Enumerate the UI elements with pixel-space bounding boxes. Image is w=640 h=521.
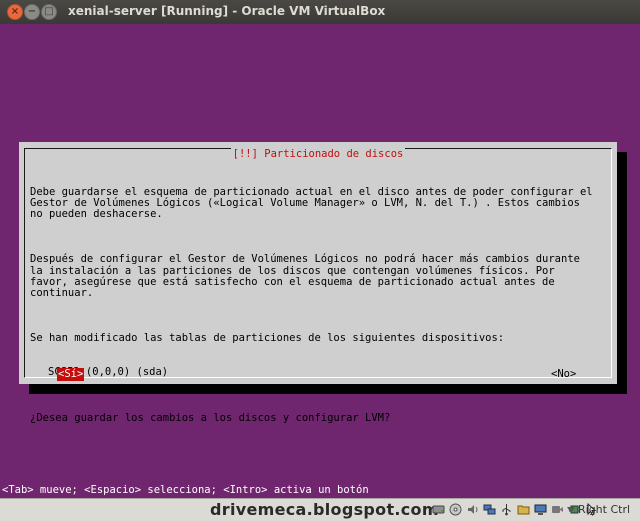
maximize-icon[interactable]: □ bbox=[41, 4, 57, 20]
shared-folder-icon[interactable] bbox=[517, 503, 530, 516]
dialog-title: [!!] Particionado de discos bbox=[230, 148, 406, 160]
dialog-title-row: [!!] Particionado de discos bbox=[25, 148, 611, 160]
dialog-paragraph-3: Se han modificado las tablas de particio… bbox=[30, 332, 505, 345]
optical-drive-icon[interactable] bbox=[449, 503, 462, 516]
minimize-icon[interactable]: − bbox=[24, 4, 40, 20]
window-titlebar[interactable]: × − □ xenial-server [Running] - Oracle V… bbox=[0, 0, 640, 25]
partition-dialog: [!!] Particionado de discos Debe guardar… bbox=[19, 142, 617, 423]
dialog-body: Debe guardarse el esquema de particionad… bbox=[30, 164, 610, 446]
audio-icon[interactable] bbox=[466, 503, 479, 516]
usb-icon[interactable] bbox=[500, 503, 513, 516]
guest-screen[interactable]: [!!] Particionado de discos Debe guardar… bbox=[0, 24, 640, 498]
network-icon[interactable] bbox=[483, 503, 496, 516]
arrow-down-icon bbox=[567, 507, 575, 513]
dialog-question: ¿Desea guardar los cambios a los discos … bbox=[30, 411, 391, 424]
blog-watermark: drivemeca.blogspot.com bbox=[210, 500, 439, 519]
window-title: xenial-server [Running] - Oracle VM Virt… bbox=[68, 4, 386, 18]
dialog-paragraph-2: Después de configurar el Gestor de Volúm… bbox=[30, 253, 580, 300]
display-icon[interactable] bbox=[534, 503, 547, 516]
no-button[interactable]: <No> bbox=[551, 368, 576, 381]
yes-button[interactable]: <Sí> bbox=[57, 368, 85, 381]
video-capture-icon[interactable] bbox=[551, 503, 564, 516]
host-key-label: Right Ctrl bbox=[578, 503, 631, 516]
device-line: SCSI3 (0,0,0) (sda) bbox=[48, 366, 169, 379]
close-icon[interactable]: × bbox=[7, 4, 23, 20]
host-key-indicator[interactable]: Right Ctrl bbox=[567, 503, 630, 516]
dialog-paragraph-1: Debe guardarse el esquema de particionad… bbox=[30, 185, 593, 221]
hard-disk-icon[interactable] bbox=[432, 503, 445, 516]
keyboard-hint: <Tab> mueve; <Espacio> selecciona; <Intr… bbox=[2, 484, 369, 496]
vm-statusbar: drivemeca.blogspot.com Right Ctrl bbox=[0, 498, 640, 521]
